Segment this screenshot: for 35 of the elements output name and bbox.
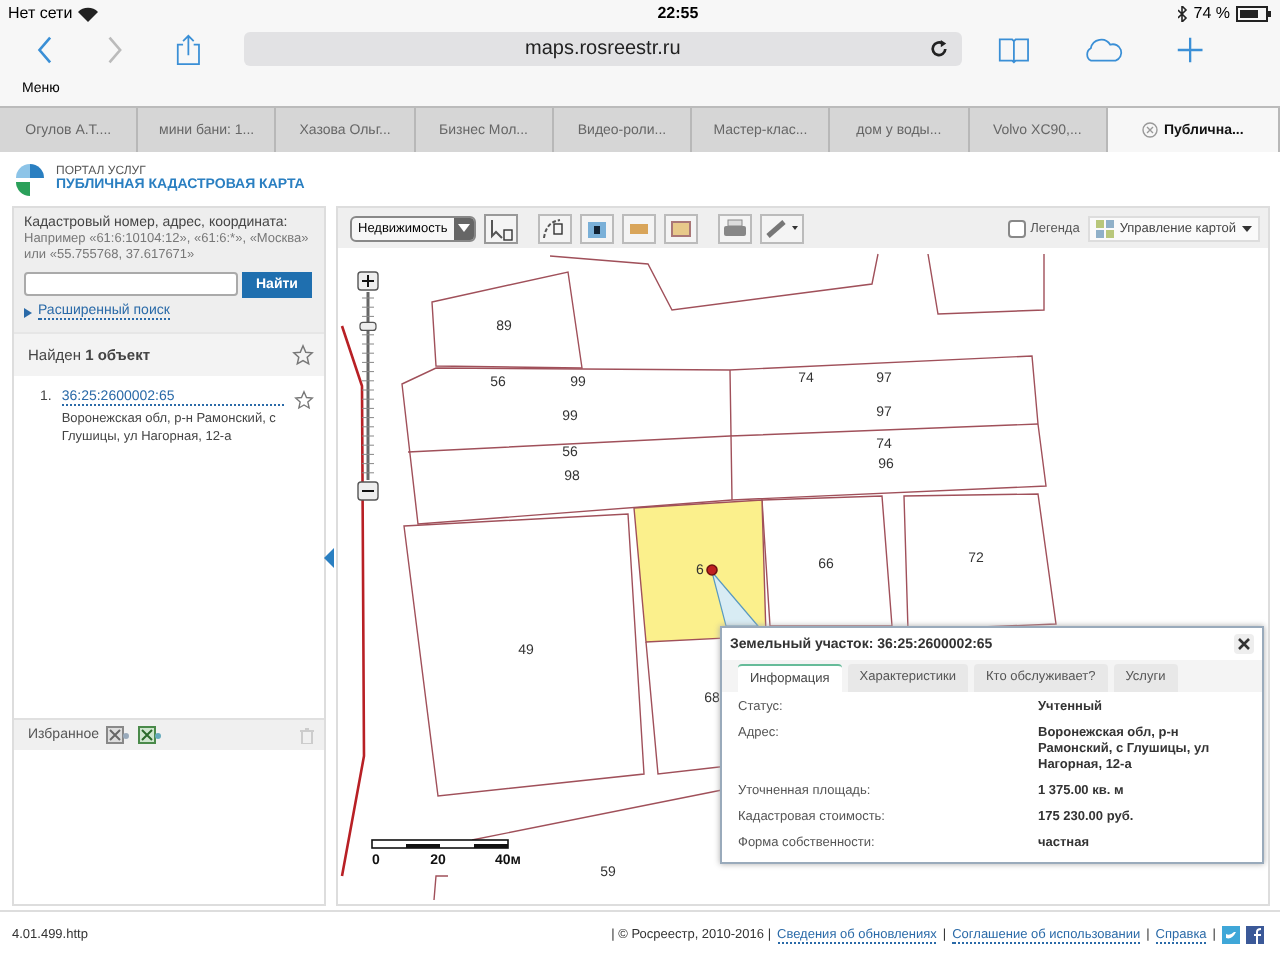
callout-pointer	[711, 571, 760, 627]
portal-logo-icon	[16, 163, 44, 195]
plus-icon[interactable]	[1175, 33, 1204, 65]
back-icon[interactable]	[36, 33, 54, 65]
cloud-icon[interactable]	[1081, 35, 1124, 63]
spreadsheet-import-icon[interactable]	[138, 726, 163, 744]
book-icon[interactable]	[997, 33, 1030, 65]
zoom-out-button[interactable]	[357, 481, 379, 501]
location-marker-icon	[706, 564, 718, 576]
spreadsheet-export-icon[interactable]	[106, 726, 131, 744]
grid-icon	[1095, 219, 1114, 237]
print-icon[interactable]	[717, 213, 752, 243]
f-letter-icon[interactable]	[1246, 926, 1264, 944]
search-field[interactable]	[24, 272, 238, 296]
close-icon[interactable]	[1234, 634, 1254, 654]
zoom-handle[interactable]	[359, 321, 377, 331]
bluetooth-icon	[1177, 5, 1188, 21]
triangle-icon	[24, 307, 32, 317]
legend-checkbox[interactable]	[1008, 219, 1027, 237]
battery-icon	[1236, 5, 1272, 21]
clock-text: 22:55	[657, 4, 699, 22]
star-icon[interactable]	[292, 344, 314, 366]
caret-icon	[457, 224, 470, 232]
share-icon[interactable]	[175, 31, 201, 67]
cadastral-map[interactable]	[338, 248, 1268, 904]
zoom-slider[interactable]	[359, 292, 377, 480]
scale-bar	[371, 839, 509, 849]
star-icon[interactable]	[294, 390, 314, 410]
wifi-icon	[78, 5, 99, 21]
carrier-text: Нет сети	[8, 4, 73, 22]
zoom-in-button[interactable]	[357, 271, 379, 291]
address-bar[interactable]: maps.rosreestr.ru	[244, 32, 962, 66]
reload-icon[interactable]	[929, 40, 948, 58]
caret-icon	[1242, 225, 1252, 231]
battery-percent: 74 %	[1193, 4, 1230, 22]
